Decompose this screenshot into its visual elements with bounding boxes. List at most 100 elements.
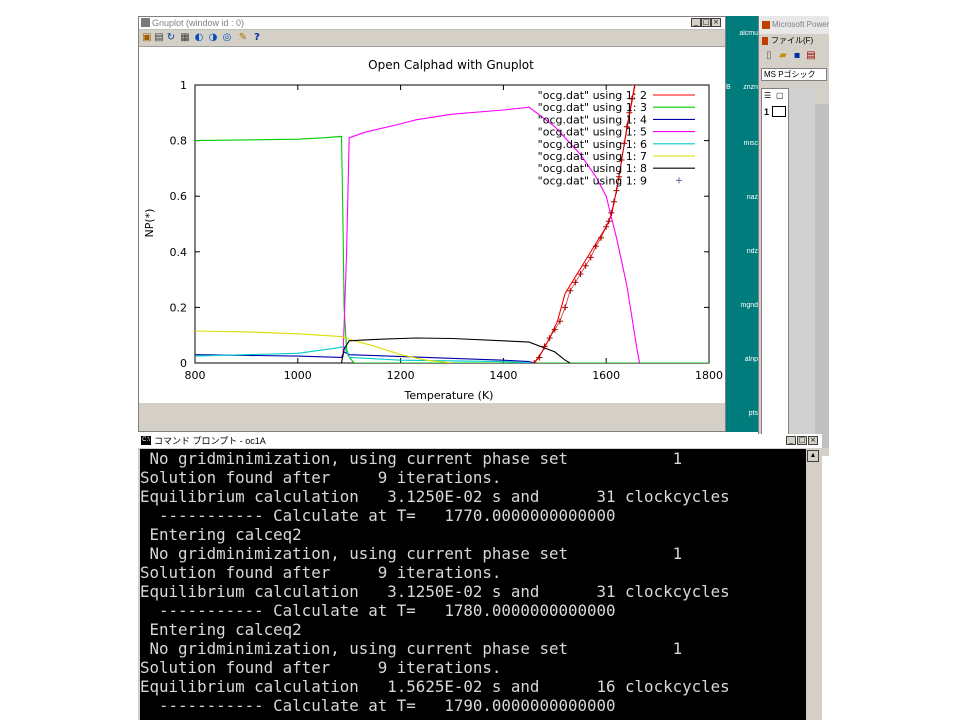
data-point-marker xyxy=(631,85,638,88)
x-tick-label: 1000 xyxy=(284,369,312,382)
minimize-button[interactable]: _ xyxy=(786,436,796,445)
legend-entry-label: "ocg.dat" using 1: 6 xyxy=(538,138,647,151)
command-prompt-window: C:\ コマンド プロンプト - oc1A _ □ × No gridminimi… xyxy=(138,434,822,720)
console-line: Solution found after 9 iterations. xyxy=(140,658,502,677)
outline-tab-icon[interactable]: ☰ xyxy=(764,91,771,100)
print-icon[interactable]: ▤ xyxy=(805,50,817,62)
data-point-marker xyxy=(562,304,569,311)
close-button[interactable]: × xyxy=(711,18,721,27)
command-prompt-title: コマンド プロンプト - oc1A xyxy=(154,436,266,446)
new-icon[interactable]: ▯ xyxy=(763,50,775,62)
console-line: No gridminimization, using current phase… xyxy=(140,639,683,658)
x-tick-label: 1600 xyxy=(592,369,620,382)
powerpoint-menu-bar: ファイル(F) xyxy=(759,34,829,48)
x-tick-label: 800 xyxy=(185,369,206,382)
desktop-icon-label[interactable]: alnp xyxy=(726,356,758,363)
vertical-scrollbar[interactable] xyxy=(815,104,829,448)
y-tick-label: 1 xyxy=(180,79,187,92)
gnuplot-app-icon xyxy=(141,18,150,27)
legend-entry-label: "ocg.dat" using 1: 8 xyxy=(538,162,647,175)
zoom-next-icon[interactable]: ◑ xyxy=(207,32,219,44)
data-point-marker xyxy=(603,223,610,230)
console-line: No gridminimization, using current phase… xyxy=(140,449,683,468)
powerpoint-window: Microsoft PowerPoint ファイル(F) ▯ ▰ ▪ ▤ MS … xyxy=(758,16,829,456)
desktop-icon-label[interactable]: misc xyxy=(726,140,758,147)
powerpoint-title-bar[interactable]: Microsoft PowerPoint xyxy=(759,16,829,34)
menu-file[interactable]: ファイル(F) xyxy=(771,36,813,45)
desktop-icon-label[interactable]: B xyxy=(726,84,758,91)
powerpoint-icon xyxy=(762,20,770,29)
save-icon[interactable]: ▪ xyxy=(791,50,803,62)
legend-entry-marker xyxy=(676,177,682,184)
y-tick-label: 0.6 xyxy=(170,190,188,203)
chart-title: Open Calphad with Gnuplot xyxy=(368,58,534,72)
console-line: Solution found after 9 iterations. xyxy=(140,468,502,487)
x-tick-label: 1800 xyxy=(695,369,723,382)
gnuplot-status-area xyxy=(139,403,725,431)
chart-svg: Open Calphad with Gnuplot Temperature (K… xyxy=(143,58,723,402)
y-tick-label: 0.8 xyxy=(170,135,188,148)
x-axis-label: Temperature (K) xyxy=(404,389,494,402)
desktop-icon-label[interactable]: mgnd xyxy=(726,302,758,309)
grid-icon[interactable]: ▦ xyxy=(179,32,191,44)
help-icon[interactable]: ? xyxy=(251,32,263,44)
scroll-up-arrow[interactable]: ▲ xyxy=(807,450,819,462)
console-icon: C:\ xyxy=(141,436,151,445)
print-icon[interactable]: ▤ xyxy=(153,32,165,44)
data-point-marker xyxy=(605,218,612,225)
maximize-button[interactable]: □ xyxy=(797,436,807,445)
minimize-button[interactable]: _ xyxy=(691,18,701,27)
command-prompt-title-bar[interactable]: C:\ コマンド プロンプト - oc1A _ □ × xyxy=(138,434,822,448)
data-point-marker xyxy=(546,334,553,341)
maximize-button[interactable]: □ xyxy=(701,18,711,27)
desktop-icon-label[interactable]: naz xyxy=(726,194,758,201)
console-line: ----------- Calculate at T= 1790.0000000… xyxy=(140,696,616,715)
powerpoint-title: Microsoft PowerPoint xyxy=(772,20,829,29)
copy-icon[interactable]: ▣ xyxy=(141,32,153,44)
data-point-marker xyxy=(592,243,599,250)
console-line: Entering calceq2 xyxy=(140,620,302,639)
console-line: No gridminimization, using current phase… xyxy=(140,544,683,563)
legend-entry-label: "ocg.dat" using 1: 4 xyxy=(538,113,647,126)
close-button[interactable]: × xyxy=(808,436,818,445)
plot-area[interactable]: Open Calphad with Gnuplot Temperature (K… xyxy=(139,47,725,403)
font-select[interactable]: MS Pゴシック xyxy=(761,68,827,81)
console-line: Entering calceq2 xyxy=(140,525,302,544)
console-line: Equilibrium calculation 3.1250E-02 s and… xyxy=(140,487,730,506)
replot-icon[interactable]: ↻ xyxy=(165,32,177,44)
options-icon[interactable]: ✎ xyxy=(237,32,249,44)
gnuplot-window: Gnuplot (window id : 0) _ □ × ▣ ▤ ↻ ▦ ◐ … xyxy=(138,16,726,432)
legend-entry-label: "ocg.dat" using 1: 3 xyxy=(538,101,647,114)
doc-icon xyxy=(762,36,768,45)
data-point-marker xyxy=(598,234,605,241)
y-tick-label: 0.4 xyxy=(170,246,188,259)
series-line-7 xyxy=(195,330,453,363)
y-tick-label: 0.2 xyxy=(170,301,188,314)
series-line-6 xyxy=(195,345,535,363)
desktop-icon-label[interactable]: pts xyxy=(726,410,758,417)
data-point-marker xyxy=(613,187,620,194)
desktop-icon-label[interactable]: ndz xyxy=(726,248,758,255)
slide-panel: ☰ ▢ 1 xyxy=(761,88,789,448)
zoom-prev-icon[interactable]: ◐ xyxy=(193,32,205,44)
legend-entry-label: "ocg.dat" using 1: 7 xyxy=(538,150,647,163)
open-icon[interactable]: ▰ xyxy=(777,50,789,62)
console-line: Equilibrium calculation 3.1250E-02 s and… xyxy=(140,582,730,601)
console-scrollbar[interactable]: ▲ xyxy=(806,449,820,720)
legend-entry-label: "ocg.dat" using 1: 2 xyxy=(538,89,647,102)
desktop-strip: alcmu znzn B misc naz ndz mgnd alnp pts xyxy=(726,16,758,432)
gnuplot-title-bar[interactable]: Gnuplot (window id : 0) _ □ × xyxy=(139,17,725,30)
slides-tab-icon[interactable]: ▢ xyxy=(776,91,784,100)
legend-entry-label: "ocg.dat" using 1: 5 xyxy=(538,126,647,139)
console-line: ----------- Calculate at T= 1770.0000000… xyxy=(140,506,616,525)
console-line: ----------- Calculate at T= 1780.0000000… xyxy=(140,601,616,620)
x-tick-label: 1400 xyxy=(489,369,517,382)
x-tick-label: 1200 xyxy=(387,369,415,382)
gnuplot-window-title: Gnuplot (window id : 0) xyxy=(152,18,245,28)
slide-thumbnail[interactable] xyxy=(772,106,786,117)
console-output[interactable]: No gridminimization, using current phase… xyxy=(140,449,806,720)
desktop-icon-label[interactable]: alcmu xyxy=(726,30,758,37)
console-line: Solution found after 9 iterations. xyxy=(140,563,502,582)
unzoom-icon[interactable]: ◎ xyxy=(221,32,233,44)
slide-number: 1 xyxy=(764,107,770,117)
